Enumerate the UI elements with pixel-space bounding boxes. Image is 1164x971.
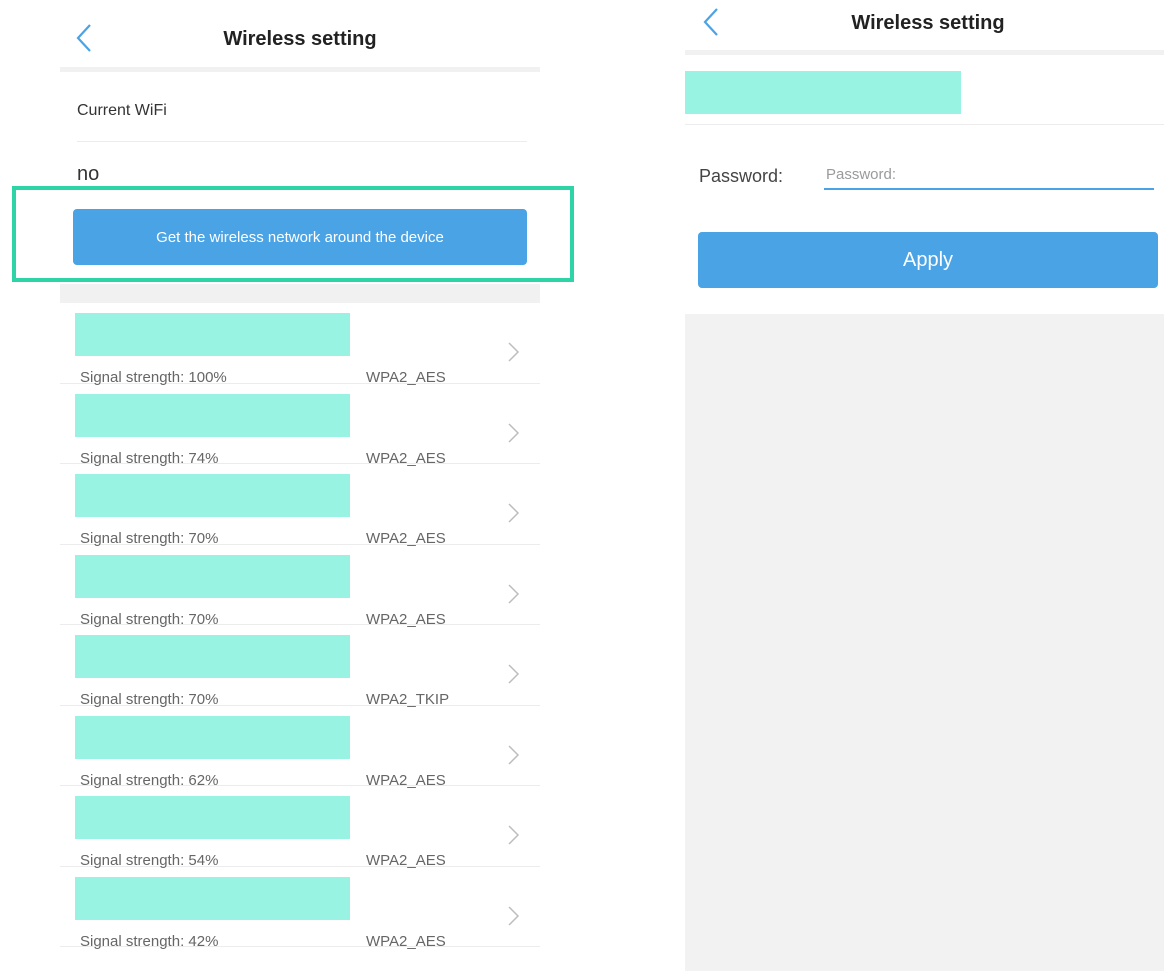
apply-button[interactable]: Apply <box>698 232 1158 288</box>
current-wifi-label: Current WiFi <box>77 102 167 119</box>
empty-background-area <box>685 314 1164 971</box>
redacted-ssid <box>75 635 350 678</box>
password-label: Password: <box>699 166 784 186</box>
password-input[interactable] <box>824 160 1154 190</box>
network-row[interactable]: Signal strength: 42% WPA2_AES <box>60 867 540 950</box>
redacted-ssid <box>75 393 350 437</box>
network-row[interactable]: Signal strength: 70% WPA2_TKIP <box>60 625 540 708</box>
back-arrow-icon[interactable] <box>74 22 96 54</box>
redacted-ssid <box>685 71 961 114</box>
redacted-ssid <box>75 313 350 356</box>
divider <box>685 124 1164 125</box>
section-gap <box>60 284 540 303</box>
divider <box>77 141 527 142</box>
redacted-ssid <box>75 876 350 920</box>
page-title: Wireless setting <box>851 12 1005 34</box>
redacted-ssid <box>75 796 350 839</box>
redacted-ssid <box>75 554 350 598</box>
network-list: Signal strength: 100% WPA2_AES Signal st… <box>60 303 540 950</box>
security-type: WPA2_AES <box>366 932 446 950</box>
chevron-right-icon <box>508 664 520 684</box>
chevron-right-icon <box>508 744 520 765</box>
current-wifi-value: no <box>77 163 100 185</box>
chevron-right-icon <box>508 422 520 443</box>
redacted-ssid <box>75 715 350 759</box>
page-title: Wireless setting <box>223 28 377 50</box>
network-row[interactable]: Signal strength: 74% WPA2_AES <box>60 384 540 467</box>
chevron-right-icon <box>508 583 520 604</box>
network-row[interactable]: Signal strength: 62% WPA2_AES <box>60 706 540 789</box>
back-arrow-icon[interactable] <box>701 6 723 38</box>
chevron-right-icon <box>508 825 520 845</box>
highlight-frame <box>12 186 574 282</box>
header-divider <box>60 67 540 72</box>
signal-strength: Signal strength: 42% <box>80 932 219 950</box>
chevron-right-icon <box>508 905 520 926</box>
network-row[interactable]: Signal strength: 100% WPA2_AES <box>60 303 540 386</box>
redacted-ssid <box>75 474 350 517</box>
network-row[interactable]: Signal strength: 54% WPA2_AES <box>60 786 540 869</box>
chevron-right-icon <box>508 342 520 362</box>
network-row[interactable]: Signal strength: 70% WPA2_AES <box>60 464 540 547</box>
chevron-right-icon <box>508 503 520 523</box>
network-row[interactable]: Signal strength: 70% WPA2_AES <box>60 545 540 628</box>
header-divider <box>685 50 1164 55</box>
